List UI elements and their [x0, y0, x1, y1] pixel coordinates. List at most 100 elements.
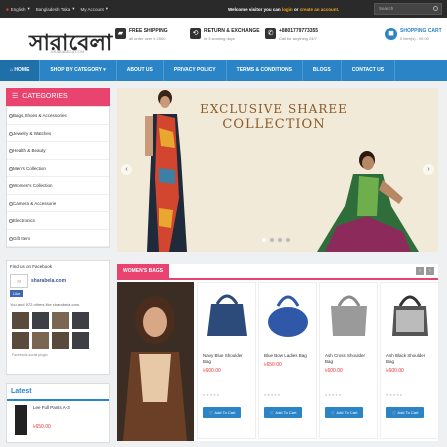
currency-select[interactable]: Bangladesh Taka ▾	[36, 6, 75, 12]
category-item[interactable]: Bags,Shoes & Accessories	[7, 107, 109, 125]
cart-icon: ◼	[385, 28, 397, 40]
category-item[interactable]: Men's Collection	[7, 160, 109, 177]
category-item[interactable]: Camera & Accessorie	[7, 195, 109, 212]
add-to-cart-button[interactable]: 🛒 Add To Cart	[386, 407, 424, 418]
login-link[interactable]: login	[282, 7, 293, 12]
avatar[interactable]	[32, 332, 49, 349]
avatar[interactable]	[72, 312, 89, 329]
product-card[interactable]: Ash Black Shoulder Bag ৳600.00 ●●●●● 🛒 A…	[380, 282, 439, 439]
slider-title: EXCLUSIVE SHAREE COLLECTION	[199, 102, 349, 132]
nav-label: SHOP BY CATEGORY	[50, 67, 102, 73]
bag-icon	[330, 295, 367, 336]
product-card[interactable]: Blue Bow Ladies Bag ৳650.00 ●●●●● 🛒 Add …	[258, 282, 317, 439]
slider-dot[interactable]	[278, 238, 282, 242]
sharee-model-left	[145, 90, 187, 252]
product-name[interactable]: Navy Blue Shoulder Bag	[198, 353, 255, 365]
avatar[interactable]	[52, 312, 69, 329]
account-label: My Account	[80, 6, 104, 12]
section-title: WOMEN'S BAGS	[117, 264, 170, 278]
product-price: ৳650.00	[264, 362, 282, 368]
avatar[interactable]	[12, 332, 29, 349]
product-name[interactable]: Ash Cross Shoulder Bag	[320, 353, 377, 365]
slider-title-line2: COLLECTION	[222, 117, 326, 132]
slider-next-button[interactable]: ›	[423, 164, 434, 175]
add-to-cart-button[interactable]: 🛒 Add To Cart	[264, 407, 302, 418]
sharee-model-right	[317, 151, 419, 252]
latest-item-name[interactable]: Lee Full Pants A-3	[33, 405, 70, 410]
search-input[interactable]: Search	[374, 3, 442, 15]
latest-title: Latest	[7, 384, 109, 401]
free-shipping-feature: ▰ FREE SHIPPING all order over ৳ 2500	[115, 28, 168, 43]
product-price: ৳600.00	[325, 368, 343, 374]
add-to-cart-button[interactable]: 🛒 Add To Cart	[203, 407, 241, 418]
account-menu[interactable]: My Account ▾	[80, 6, 108, 12]
cart-title: SHOPPING CART	[400, 28, 442, 34]
slider-dots	[262, 238, 290, 242]
product-card[interactable]: Ash Cross Shoulder Bag ৳600.00 ●●●●● 🛒 A…	[319, 282, 378, 439]
avatar[interactable]	[12, 312, 29, 329]
category-item[interactable]: Jewelry & Watches	[7, 125, 109, 142]
avatar[interactable]	[72, 332, 89, 349]
facebook-widget: Find us on Facebook সা sharabela.com Lik…	[6, 260, 110, 375]
slider-dot[interactable]	[262, 238, 266, 242]
facebook-page[interactable]: সা sharabela.com	[7, 272, 109, 290]
nav-home[interactable]: ⌂ HOME	[0, 60, 41, 81]
create-account-link[interactable]: create an account.	[300, 7, 340, 12]
pants-thumbnail[interactable]	[15, 405, 27, 435]
return-icon: ⟲	[190, 28, 201, 39]
product-name[interactable]: Blue Bow Ladies Bag	[259, 353, 316, 359]
facebook-heading: Find us on Facebook	[10, 264, 53, 269]
nav-contact-us[interactable]: CONTACT US	[342, 60, 396, 81]
product-image[interactable]	[259, 287, 316, 339]
feature-sub: Call for anything 24/7	[279, 36, 317, 41]
logo[interactable]: সারাবেলা SHARABELA.COM	[29, 26, 112, 63]
facebook-like-button[interactable]: Like	[10, 290, 24, 297]
product-name[interactable]: Ash Black Shoulder Bag	[381, 353, 438, 365]
carousel-prev-button[interactable]: ‹	[416, 267, 424, 275]
truck-icon: ▰	[115, 28, 126, 39]
product-image[interactable]	[320, 287, 377, 339]
nav-about-us[interactable]: ABOUT US	[117, 60, 164, 81]
logo-subtext: SHARABELA.COM	[51, 50, 85, 54]
womens-bags-section: WOMEN'S BAGS ‹ › Navy Blue Shoulder Bag ৳6…	[117, 264, 439, 441]
cart-icon: 🛒	[269, 410, 275, 415]
search-icon[interactable]	[433, 6, 438, 11]
product-image[interactable]	[381, 287, 438, 339]
avatar[interactable]	[52, 332, 69, 349]
category-item[interactable]: Electronics	[7, 212, 109, 230]
latest-widget: Latest Lee Full Pants A-3 ৳650.00	[6, 383, 110, 443]
latest-item[interactable]: Lee Full Pants A-3 ৳650.00	[7, 401, 109, 439]
cart-icon: 🛒	[208, 410, 214, 415]
feature-title: RETURN & EXCHANGE	[204, 28, 260, 34]
facebook-plugin-label: Facebook social plugin	[12, 353, 48, 357]
category-item[interactable]: Women's Collection	[7, 177, 109, 195]
search-placeholder: Search	[379, 6, 394, 11]
avatar[interactable]	[32, 312, 49, 329]
bag-icon	[391, 295, 428, 336]
slider-dot[interactable]	[286, 238, 290, 242]
carousel-next-button[interactable]: ›	[426, 267, 434, 275]
language-select[interactable]: ■ English ▾	[6, 6, 30, 12]
add-to-cart-label: Add To Cart	[336, 410, 358, 415]
category-list: Bags,Shoes & Accessories Jewelry & Watch…	[6, 106, 110, 248]
bag-icon	[267, 295, 308, 337]
category-item[interactable]: Health & Beauty	[7, 142, 109, 160]
cart-icon: 🛒	[330, 410, 336, 415]
feature-title: FREE SHIPPING	[129, 28, 168, 34]
category-item[interactable]: Gift Item	[7, 230, 109, 247]
slider-dot[interactable]	[270, 238, 274, 242]
product-price: ৳600.00	[386, 368, 404, 374]
nav-blogs[interactable]: BLOGS	[303, 60, 342, 81]
nav-terms[interactable]: TERMS & CONDITIONS	[227, 60, 303, 81]
shopping-cart[interactable]: ◼ SHOPPING CART 0 item(s) - ৳0.00	[385, 28, 442, 43]
add-to-cart-button[interactable]: 🛒 Add To Cart	[325, 407, 363, 418]
facebook-page-name[interactable]: sharabela.com	[31, 278, 66, 284]
nav-privacy-policy[interactable]: PRIVACY POLICY	[164, 60, 227, 81]
nav-shop-by-category[interactable]: SHOP BY CATEGORY ▾	[40, 60, 117, 81]
bag-icon	[206, 294, 247, 336]
feature-title: +8801779773355	[279, 28, 319, 34]
hero-slider[interactable]: EXCLUSIVE SHAREE COLLECTION ‹ ›	[117, 88, 438, 252]
product-image[interactable]	[198, 287, 255, 339]
slider-prev-button[interactable]: ‹	[121, 164, 132, 175]
product-card[interactable]: Navy Blue Shoulder Bag ৳600.00 ●●●●● 🛒 A…	[197, 282, 256, 439]
